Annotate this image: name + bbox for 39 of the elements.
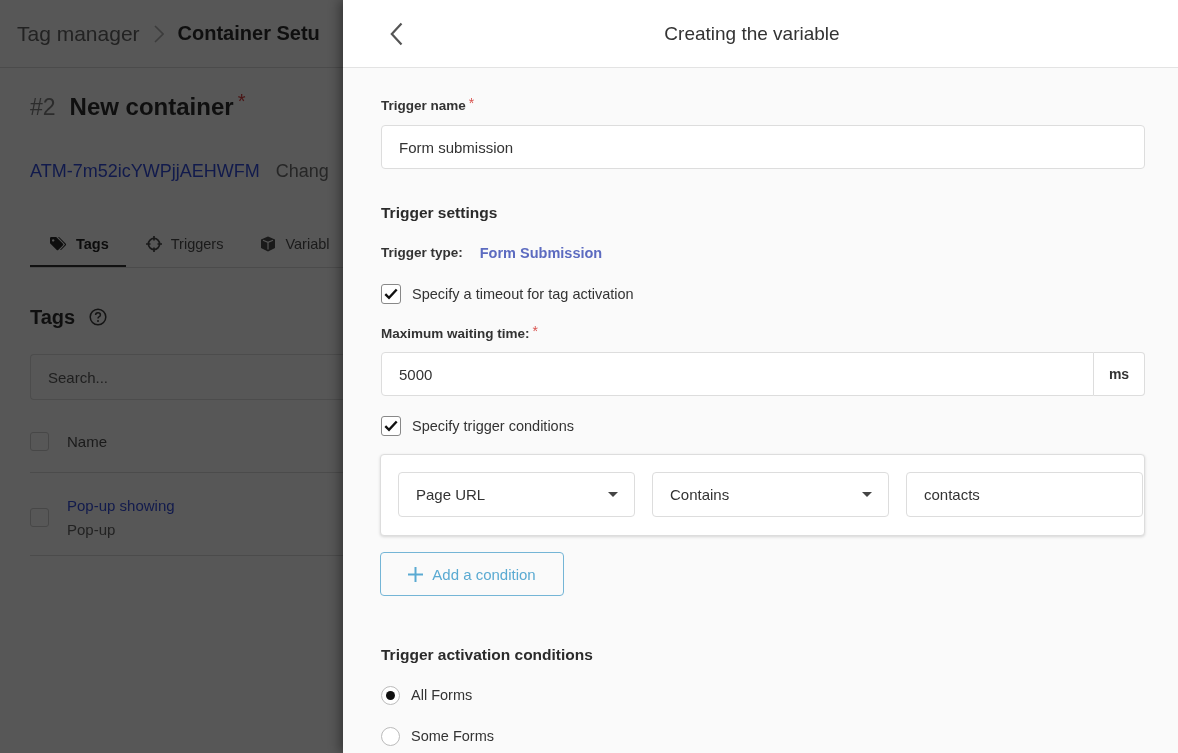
help-icon[interactable] [89,308,108,326]
checkbox[interactable] [381,284,401,304]
field-label: Maximum waiting time: [381,325,530,343]
field-label: Trigger type: [381,244,463,262]
required-mark: * [532,324,538,338]
checkbox-label[interactable]: Specify a timeout for tag activation [412,286,634,302]
radio-label[interactable]: All Forms [411,687,473,703]
dropdown[interactable]: Contains [652,472,889,517]
chevron-right-icon [153,24,164,43]
crosshair-icon [145,236,162,252]
text-field[interactable]: Form submission [381,125,1145,169]
required-mark: * [468,96,475,110]
chevron-left-icon [390,21,403,46]
check-icon [384,288,398,300]
radio-button[interactable] [381,685,400,705]
section-heading: Trigger settings [381,203,499,223]
radio-button[interactable] [381,726,400,746]
cube-icon [260,236,277,252]
section-title: Tags [30,305,76,329]
trigger-type-link[interactable]: Form Submission [479,245,603,261]
plus-icon [408,566,424,582]
dropdown[interactable]: Page URL [398,472,635,517]
breadcrumb-item: Container Setu [177,22,320,45]
required-mark: * [237,91,246,111]
check-icon [384,420,398,432]
checkbox-label[interactable]: Specify trigger conditions [412,418,574,434]
section-heading: Trigger activation conditions [381,645,594,665]
panel-title: Creating the variable [663,22,841,45]
number-field[interactable]: 5000 [381,352,1094,396]
column-header: Name [67,432,107,450]
checkbox[interactable] [381,416,401,436]
caret-down-icon [862,492,872,497]
caret-down-icon [608,492,618,497]
container-title: New container [69,93,234,121]
field-label: Trigger name [381,97,466,115]
unit-label: ms [1094,352,1145,396]
text-field[interactable]: contacts [906,472,1143,517]
radio-label[interactable]: Some Forms [411,728,494,744]
tag-icon [50,236,67,252]
